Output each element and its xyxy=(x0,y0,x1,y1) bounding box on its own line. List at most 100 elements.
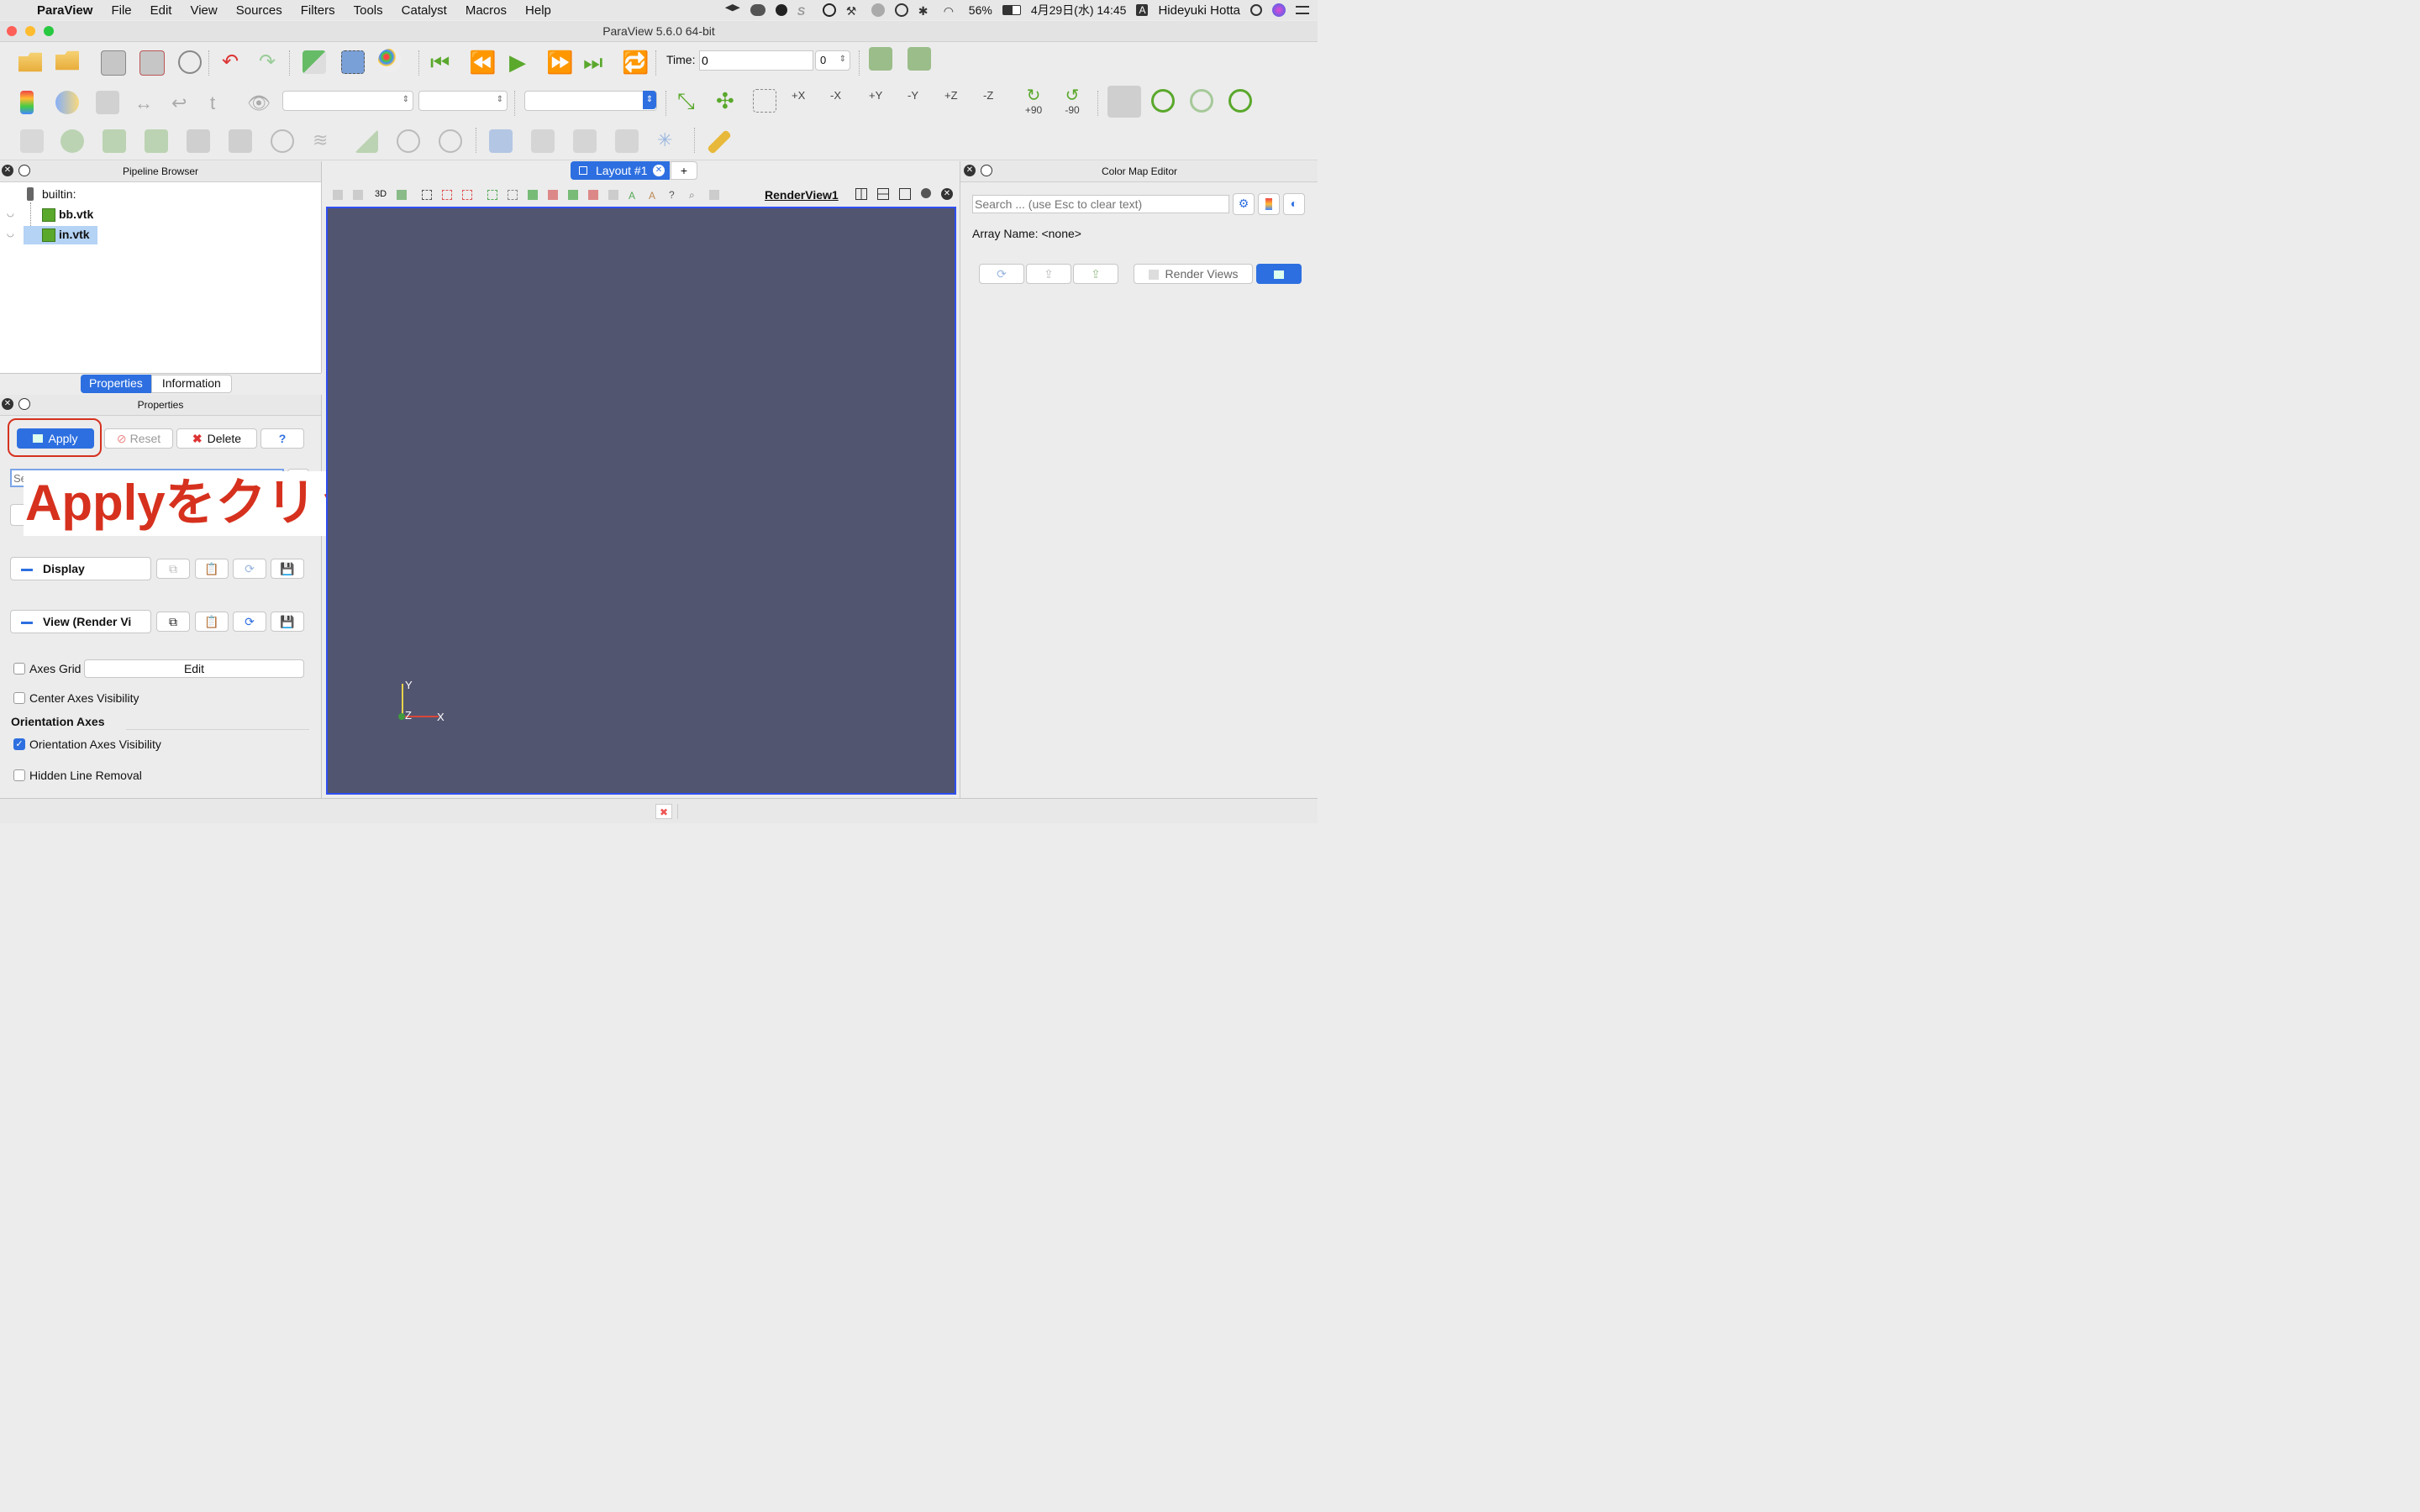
user-status-icon[interactable] xyxy=(775,4,787,16)
add-layout-button[interactable]: + xyxy=(671,161,697,180)
pipeline-tree[interactable]: builtin: ◡ bb.vtk ◡ in.vtk xyxy=(0,182,321,374)
hover-points-icon[interactable] xyxy=(608,190,618,200)
paste-display-button[interactable]: 📋 xyxy=(195,559,229,579)
probe-icon[interactable]: ✳ xyxy=(657,129,681,153)
center-axes-icon[interactable] xyxy=(1151,89,1175,113)
plot-selection-icon[interactable] xyxy=(531,129,555,153)
select-surface-cells-icon[interactable] xyxy=(422,190,432,200)
close-layout-icon[interactable]: ✕ xyxy=(653,165,665,176)
visibility-eye-icon[interactable]: ◡ xyxy=(7,229,14,239)
ruler-icon[interactable] xyxy=(707,129,732,155)
view-minus-y-icon[interactable]: -Y xyxy=(908,89,931,113)
view-settings-icon[interactable] xyxy=(921,188,931,198)
colormap-export-button[interactable]: ⇪ xyxy=(1073,264,1118,284)
view-section-header[interactable]: View (Render Vi xyxy=(10,610,151,633)
time-input[interactable] xyxy=(699,50,813,71)
time-machine-icon[interactable] xyxy=(894,3,908,17)
representation-combo[interactable]: ⇕ xyxy=(524,91,657,111)
rescale-custom-icon[interactable]: ↔ xyxy=(134,92,158,116)
save-view-button[interactable]: 💾 xyxy=(271,612,304,632)
menu-filters[interactable]: Filters xyxy=(292,3,345,18)
hammer-icon[interactable]: ⚒ xyxy=(846,4,861,18)
color-component-combo[interactable]: ⇕ xyxy=(418,91,508,111)
toggle-tooltip-icon[interactable]: ? xyxy=(669,189,675,201)
view-plus-z-icon[interactable]: +Z xyxy=(944,89,968,113)
select-frustum-icon[interactable] xyxy=(462,190,472,200)
center-axes-checkbox[interactable] xyxy=(13,692,25,704)
close-view-icon[interactable]: ✕ xyxy=(941,188,953,200)
shrink-selection-icon[interactable] xyxy=(568,190,578,200)
recent-folder-icon[interactable] xyxy=(55,50,79,71)
clip-icon[interactable] xyxy=(103,129,126,153)
forward-circle-icon[interactable] xyxy=(871,3,885,17)
view-minus-z-icon[interactable]: -Z xyxy=(983,89,1007,113)
colormap-search-input[interactable] xyxy=(972,195,1229,213)
help-button[interactable]: ? xyxy=(260,428,304,449)
display-section-header[interactable]: Display xyxy=(10,557,151,580)
plot-over-time-icon[interactable] xyxy=(615,129,639,153)
tab-information[interactable]: Information xyxy=(150,375,232,393)
extract-level-icon[interactable] xyxy=(439,129,462,153)
bluetooth-icon[interactable]: ✱ xyxy=(918,4,934,18)
close-panel-icon[interactable]: ✕ xyxy=(2,165,13,176)
loop-icon[interactable]: 🔁 xyxy=(622,50,649,74)
output-error-icon[interactable]: ✖ xyxy=(655,804,672,819)
close-panel-icon[interactable]: ✕ xyxy=(2,398,13,410)
colormap-import-button[interactable]: ⇪ xyxy=(1026,264,1071,284)
axes-grid-edit-button[interactable]: Edit xyxy=(84,659,304,678)
sync-icon[interactable]: S xyxy=(797,4,813,18)
menu-help[interactable]: Help xyxy=(516,3,560,18)
reset-range-icon[interactable] xyxy=(96,91,119,114)
menu-edit[interactable]: Edit xyxy=(141,3,182,18)
reload-display-button[interactable]: ⟳ xyxy=(233,559,266,579)
spotlight-search-icon[interactable] xyxy=(1250,4,1262,16)
creative-cloud-icon[interactable] xyxy=(822,3,836,17)
view-plus-x-icon[interactable]: +X xyxy=(792,89,815,113)
close-panel-icon[interactable]: ✕ xyxy=(964,165,976,176)
save-display-button[interactable]: 💾 xyxy=(271,559,304,579)
tab-properties[interactable]: Properties xyxy=(81,375,151,393)
maximize-view-icon[interactable] xyxy=(899,188,911,200)
float-panel-icon[interactable] xyxy=(18,398,30,410)
select-block-icon[interactable] xyxy=(487,190,497,200)
pick-center-icon[interactable] xyxy=(1190,89,1213,113)
select-surface-points-icon[interactable] xyxy=(442,190,452,200)
edit-labels-icon[interactable]: A xyxy=(649,190,655,202)
interactive-select-icon[interactable] xyxy=(528,190,538,200)
dropbox-icon[interactable] xyxy=(724,4,740,12)
capture-screenshot-icon[interactable] xyxy=(397,190,407,200)
time-index-spinbox[interactable]: 0 ⇕ xyxy=(815,50,850,71)
clear-selection-icon[interactable] xyxy=(709,190,719,200)
colormap-save-button[interactable]: ◐ xyxy=(1283,193,1305,215)
wifi-icon[interactable]: ◠ xyxy=(944,4,959,18)
first-frame-icon[interactable]: ⏮ xyxy=(430,50,454,74)
copy-display-button[interactable]: ⧉ xyxy=(156,559,190,579)
redo-icon[interactable]: ↷ xyxy=(259,52,282,76)
last-frame-icon[interactable]: ⏭ xyxy=(583,50,607,74)
reset-button[interactable]: ⊘ Reset xyxy=(104,428,173,449)
clock[interactable]: 4月29日(水) 14:45 xyxy=(1031,2,1127,18)
stream-tracer-icon[interactable]: ≋ xyxy=(313,129,336,153)
interactive-center-icon[interactable] xyxy=(1228,89,1252,113)
colormap-apply-button[interactable] xyxy=(1256,264,1302,284)
menu-catalyst[interactable]: Catalyst xyxy=(392,3,456,18)
orientation-axes-toggle-icon[interactable] xyxy=(1107,86,1141,118)
reload-view-button[interactable]: ⟳ xyxy=(233,612,266,632)
previous-frame-icon[interactable]: ⏪ xyxy=(469,50,496,74)
contour-icon[interactable] xyxy=(60,129,84,153)
menu-macros[interactable]: Macros xyxy=(456,3,516,18)
open-folder-icon[interactable] xyxy=(18,52,42,72)
paste-view-button[interactable]: 📋 xyxy=(195,612,229,632)
minimize-window-icon[interactable] xyxy=(25,26,35,36)
slice-icon[interactable] xyxy=(145,129,168,153)
zoom-to-box-icon[interactable] xyxy=(753,89,776,113)
rescale-time-icon[interactable]: t xyxy=(210,92,234,116)
input-mode[interactable]: A xyxy=(1136,4,1149,16)
tab-layout-1[interactable]: Layout #1 ✕ xyxy=(571,161,670,180)
glyph-icon[interactable] xyxy=(271,129,294,153)
rescale-visible-range-icon[interactable]: 👁 xyxy=(247,92,271,116)
reset-camera-fit-icon[interactable]: ⤡ xyxy=(677,89,701,113)
pipeline-item-selected[interactable]: in.vtk xyxy=(24,226,97,244)
float-panel-icon[interactable] xyxy=(981,165,992,176)
connect-server-icon[interactable] xyxy=(101,50,126,76)
